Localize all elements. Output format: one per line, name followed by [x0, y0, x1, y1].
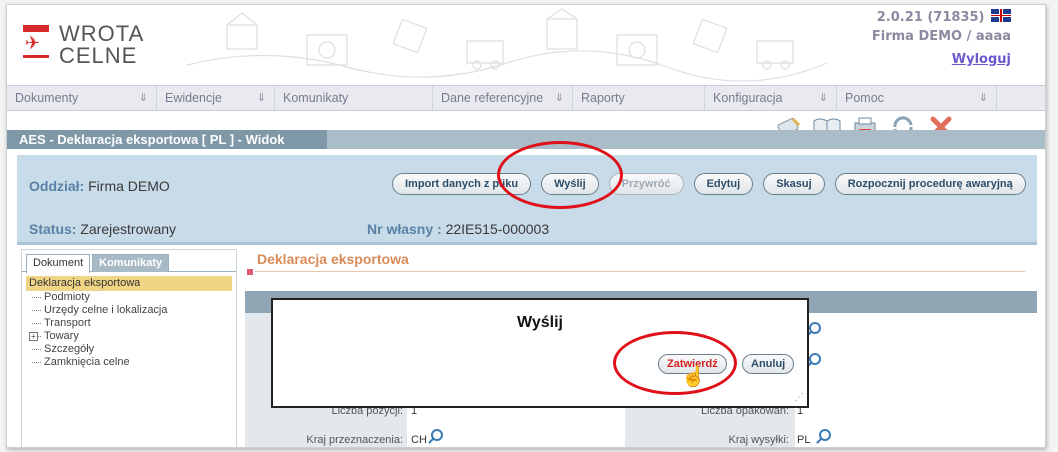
- tree-item-zamkniecia[interactable]: Zamknięcia celne: [26, 356, 232, 369]
- chevron-down-icon: ⇓: [818, 92, 828, 104]
- app-window: ✈ WROTA CELNE 2.0.21 (71835) Firma DEMO …: [6, 4, 1046, 448]
- menu-dane-referencyjne[interactable]: Dane referencyjne ⇓: [433, 86, 573, 110]
- annotation-ellipse-confirm: [613, 331, 737, 395]
- branch-value: Firma DEMO: [88, 178, 170, 194]
- edit-button[interactable]: Edytuj: [693, 173, 754, 195]
- menu-komunikaty[interactable]: Komunikaty: [275, 86, 433, 110]
- search-icon[interactable]: [431, 429, 443, 441]
- main-menu: Dokumenty ⇓ Ewidencje ⇓ Komunikaty Dane re…: [7, 85, 1045, 111]
- annotation-ellipse-send: [497, 141, 623, 209]
- dispatch-country-label: Kraj wysyłki:: [728, 434, 789, 446]
- own-number-label: Nr własny :: [367, 221, 442, 237]
- menu-dokumenty[interactable]: Dokumenty ⇓: [7, 86, 157, 110]
- tab-document[interactable]: Dokument: [26, 254, 91, 273]
- menu-label: Komunikaty: [283, 91, 349, 105]
- menu-ewidencje[interactable]: Ewidencje ⇓: [157, 86, 275, 110]
- logo-line2: CELNE: [59, 43, 138, 68]
- own-number-field: Nr własny : 22IE515-000003: [367, 221, 549, 237]
- chevron-down-icon: ⇓: [138, 92, 148, 104]
- tree-item-podmioty[interactable]: Podmioty: [26, 291, 232, 304]
- menu-label: Dokumenty: [15, 91, 79, 105]
- menu-raporty[interactable]: Raporty: [573, 86, 705, 110]
- menu-pomoc[interactable]: Pomoc ⇓: [837, 86, 997, 110]
- dialog-title: Wyślij: [517, 314, 563, 331]
- section-title: Deklaracja eksportowa: [257, 251, 409, 267]
- tree-item-label: Towary: [44, 330, 79, 342]
- chevron-down-icon: ⇓: [554, 92, 564, 104]
- header-user-area: 2.0.21 (71835) Firma DEMO / aaaa Wyloguj: [872, 9, 1011, 67]
- menu-label: Ewidencje: [165, 91, 222, 105]
- cancel-button[interactable]: Anuluj: [742, 354, 795, 374]
- status-label: Status:: [29, 221, 77, 237]
- header-decoration-icon: [187, 8, 827, 82]
- logout-link[interactable]: Wyloguj: [952, 52, 1011, 67]
- search-icon[interactable]: [809, 322, 821, 334]
- logo-plane-icon: ✈: [23, 25, 49, 59]
- resize-grip-icon[interactable]: ⋰: [794, 392, 804, 403]
- left-tabs: Dokument Komunikaty: [22, 250, 236, 273]
- dispatch-country-value: PL: [797, 434, 811, 446]
- menu-label: Dane referencyjne: [441, 91, 544, 105]
- logo-line1: WROTA: [59, 21, 145, 46]
- company-user: Firma DEMO / aaaa: [871, 29, 1011, 44]
- branch-field: Oddział: Firma DEMO: [29, 178, 170, 194]
- navigation-panel: Dokument Komunikaty Deklaracja eksportow…: [21, 249, 237, 447]
- menu-label: Raporty: [581, 91, 625, 105]
- wrota-celne-logo: ✈ WROTA CELNE: [23, 23, 144, 67]
- delete-button[interactable]: Skasuj: [763, 173, 825, 195]
- destination-country-value: CH: [411, 434, 427, 446]
- page-title: AES - Deklaracja eksportowa [ PL ] - Wid…: [7, 130, 326, 149]
- document-tree: Deklaracja eksportowa Podmioty Urzędy ce…: [22, 272, 236, 369]
- menu-konfiguracja[interactable]: Konfiguracja ⇓: [705, 86, 837, 110]
- tree-item-towary[interactable]: + Towary: [26, 330, 232, 343]
- menu-label: Konfiguracja: [713, 91, 783, 105]
- version-text: 2.0.21 (71835): [876, 10, 985, 25]
- title-bar-fill: [327, 130, 1045, 149]
- expand-icon[interactable]: +: [29, 332, 38, 341]
- emergency-procedure-button[interactable]: Rozpocznij procedurę awaryjną: [834, 173, 1026, 195]
- action-buttons: Import danych z pliku Wyślij Przywróć Ed…: [392, 173, 1026, 195]
- section-marker-icon: [247, 269, 253, 275]
- tree-item-deklaracja[interactable]: Deklaracja eksportowa: [26, 276, 232, 291]
- branch-label: Oddział:: [29, 178, 85, 194]
- destination-country-label: Kraj przeznaczenia:: [306, 434, 403, 446]
- tree-item-transport[interactable]: Transport: [26, 317, 232, 330]
- tab-messages[interactable]: Komunikaty: [92, 254, 170, 272]
- chevron-down-icon: ⇓: [978, 92, 988, 104]
- uk-flag-icon[interactable]: [991, 9, 1011, 22]
- search-icon[interactable]: [809, 353, 821, 365]
- status-value: Zarejestrowany: [80, 221, 177, 237]
- menu-label: Pomoc: [845, 91, 884, 105]
- chevron-down-icon: ⇓: [256, 92, 266, 104]
- version-info: 2.0.21 (71835): [872, 9, 1011, 25]
- status-field: Status: Zarejestrowany: [29, 221, 176, 237]
- tree-item-szczegoly[interactable]: Szczegóły: [26, 343, 232, 356]
- section-divider: [255, 271, 1025, 272]
- search-icon[interactable]: [819, 429, 831, 441]
- tree-item-urzedy[interactable]: Urzędy celne i lokalizacja: [26, 304, 232, 317]
- app-header: ✈ WROTA CELNE 2.0.21 (71835) Firma DEMO …: [7, 5, 1045, 85]
- own-number-value: 22IE515-000003: [445, 221, 550, 237]
